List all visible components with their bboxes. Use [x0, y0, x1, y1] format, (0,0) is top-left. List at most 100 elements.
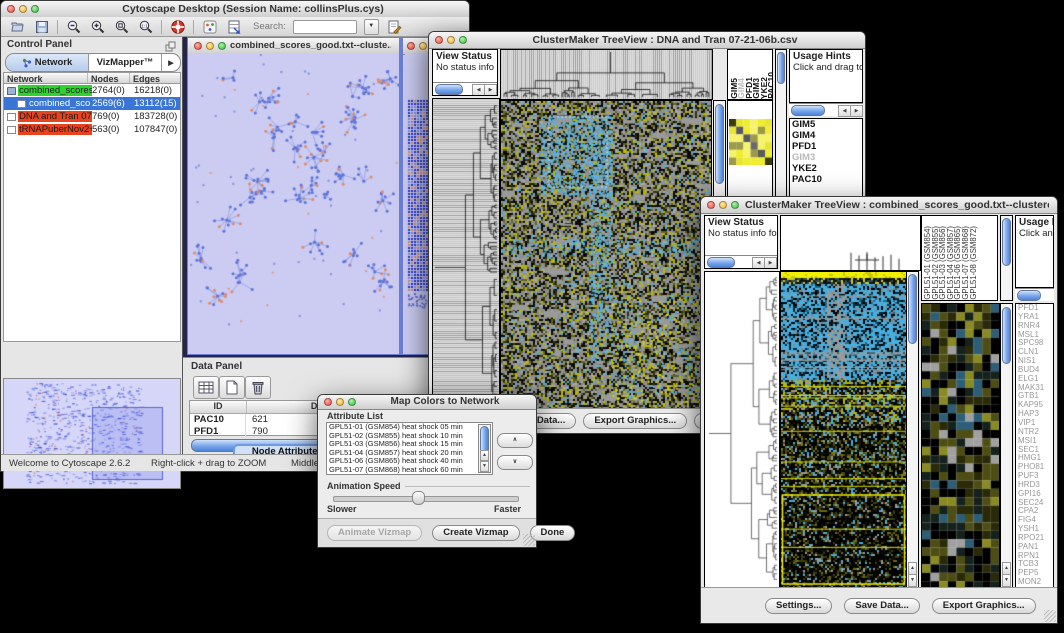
usage-hints-hscrollbar[interactable]: ◀▶ [789, 103, 863, 116]
main-titlebar[interactable]: Cytoscape Desktop (Session Name: collins… [1, 1, 469, 18]
animation-speed-slider-thumb[interactable] [412, 491, 425, 505]
zoom-button[interactable] [731, 201, 739, 209]
view-status-hscrollbar[interactable]: ◀▶ [705, 255, 777, 268]
open-folder-icon[interactable] [9, 18, 26, 35]
col-edges[interactable]: Edges [130, 73, 180, 83]
zoom-button[interactable] [218, 42, 226, 50]
close-button[interactable] [7, 5, 15, 13]
scroll-right-arrow[interactable]: ▶ [850, 105, 863, 117]
tab-overflow-arrow[interactable]: ▶ [162, 54, 180, 71]
gene-list-item[interactable]: PAC10 [790, 174, 862, 185]
treeview-button[interactable]: Settings... [765, 598, 832, 614]
minimize-button[interactable] [206, 42, 214, 50]
network-graph-canvas[interactable] [188, 54, 399, 354]
help-lifering-icon[interactable] [169, 18, 186, 35]
import-table-icon[interactable] [225, 18, 242, 35]
network-table-row[interactable]: combined_scores 2764(0) 16218(0) [4, 84, 180, 97]
resize-grip[interactable] [1044, 610, 1056, 622]
close-button[interactable] [194, 42, 202, 50]
zoom-fit-icon[interactable] [113, 18, 130, 35]
network-table-row[interactable]: combined_sco 2569(6) 13112(15) [4, 97, 180, 110]
gene-list-item[interactable]: GIM5 [790, 119, 862, 130]
heatmap-canvas[interactable] [780, 271, 908, 588]
animation-speed-slider-track[interactable] [333, 496, 519, 502]
scroll-up-arrow[interactable]: ▲ [480, 450, 489, 461]
attribute-select-icon[interactable] [193, 376, 219, 399]
scroll-down-arrow[interactable]: ▼ [480, 461, 489, 472]
row-dendrogram-canvas[interactable] [704, 271, 780, 588]
zoomed-heatmap-vscrollbar[interactable]: ▲ ▼ [1000, 303, 1013, 588]
col-network[interactable]: Network [4, 73, 88, 83]
close-button[interactable] [435, 36, 443, 44]
dialog-titlebar[interactable]: Map Colors to Network [318, 395, 536, 410]
document-edit-icon[interactable] [386, 18, 403, 35]
scroll-down-arrow[interactable]: ▼ [908, 574, 917, 587]
zoomed-heatmap-canvas[interactable] [921, 303, 1000, 588]
move-up-button[interactable]: ∧ [497, 433, 533, 448]
heatmap-vscrollbar[interactable]: ▲ ▼ [906, 271, 919, 588]
close-button[interactable] [324, 398, 332, 406]
delete-attribute-trash-icon[interactable] [245, 376, 271, 399]
labels-vscrollbar[interactable] [1000, 215, 1013, 301]
zoom-button[interactable] [459, 36, 467, 44]
col-nodes[interactable]: Nodes [88, 73, 130, 83]
mini-heatmap-canvas[interactable] [729, 119, 772, 165]
minimize-button[interactable] [447, 36, 455, 44]
view-status-hscrollbar[interactable]: ◀▶ [433, 82, 497, 95]
done-button[interactable]: Done [530, 525, 576, 541]
col-id[interactable]: ID [190, 401, 247, 413]
treeview-dna-titlebar[interactable]: ClusterMaker TreeView : DNA and Tran 07-… [429, 32, 865, 49]
usage-hints-hscrollbar[interactable] [1015, 288, 1054, 301]
column-dendrogram-canvas[interactable] [500, 49, 713, 100]
attribute-list[interactable]: GPL51-01 (GSM854) heat shock 05 minGPL51… [326, 422, 493, 475]
new-attribute-icon[interactable] [219, 376, 245, 399]
zoom-actual-size-icon[interactable]: 1:1 [137, 18, 154, 35]
zoom-out-icon[interactable] [65, 18, 82, 35]
treeview-button[interactable]: Export Graphics... [583, 413, 687, 429]
gene-list-item[interactable]: MON2 [1016, 578, 1053, 587]
treeview-button[interactable]: Export Graphics... [932, 598, 1036, 614]
gene-list-item[interactable]: GIM4 [790, 130, 862, 141]
row-dendrogram-canvas[interactable] [432, 98, 500, 409]
scroll-right-arrow[interactable]: ▶ [484, 84, 497, 96]
close-button[interactable] [407, 42, 415, 50]
network-overview-panel[interactable] [3, 378, 181, 489]
animate-vizmap-button[interactable]: Animate Vizmap [327, 525, 422, 541]
combined-gene-list[interactable]: PFD1YRA1RNR4MSL1SPC98CLN1NIS1BUD4ELG1MAK… [1015, 303, 1054, 588]
close-button[interactable] [707, 201, 715, 209]
column-label[interactable]: PAC10 [768, 72, 773, 99]
gene-list-item[interactable]: YKE2 [790, 163, 862, 174]
search-input[interactable] [293, 20, 357, 34]
minimize-button[interactable] [419, 42, 427, 50]
attribute-list-vscrollbar[interactable]: ▲ ▼ [478, 424, 491, 473]
resize-grip[interactable] [523, 534, 535, 546]
minimize-button[interactable] [336, 398, 344, 406]
gene-list-item[interactable]: GIM3 [790, 152, 862, 163]
zoom-button[interactable] [31, 5, 39, 13]
treeview-button[interactable]: Save Data... [844, 598, 919, 614]
attribute-list-item[interactable]: GPL51-07 (GSM868) heat shock 60 min [327, 466, 492, 475]
move-down-button[interactable]: ∨ [497, 455, 533, 470]
zoom-button[interactable] [348, 398, 356, 406]
network-overview-canvas[interactable] [4, 379, 180, 488]
column-label[interactable]: GPL51-08 (GSM872) [970, 226, 978, 300]
tab-vizmapper[interactable]: VizMapper™ [89, 54, 162, 71]
minimize-button[interactable] [719, 201, 727, 209]
create-vizmap-button[interactable]: Create Vizmap [432, 525, 519, 541]
minimize-button[interactable] [19, 5, 27, 13]
scroll-right-arrow[interactable]: ▶ [764, 257, 777, 269]
scroll-down-arrow[interactable]: ▼ [1002, 574, 1011, 587]
network-view-window[interactable]: combined_scores_good.txt--cluste... [187, 37, 400, 355]
gene-list-item[interactable]: PFD1 [790, 141, 862, 152]
network-window-titlebar[interactable]: combined_scores_good.txt--cluste... [188, 38, 399, 55]
tab-network[interactable]: Network [6, 54, 89, 71]
network-table-row[interactable]: DNA and Tran 07 769(0) 183728(0) [4, 110, 180, 123]
search-dropdown-arrow[interactable]: ▼ [364, 19, 379, 35]
zoom-in-icon[interactable] [89, 18, 106, 35]
treeview-combined-titlebar[interactable]: ClusterMaker TreeView : combined_scores_… [701, 197, 1057, 214]
save-icon[interactable] [33, 18, 50, 35]
network-table-row[interactable]: tRNAPuberNov2+ 563(0) 107847(0) [4, 123, 180, 136]
birdseye-view-icon[interactable] [201, 18, 218, 35]
heatmap-canvas[interactable] [500, 100, 712, 409]
column-dendrogram-canvas[interactable] [780, 215, 921, 271]
